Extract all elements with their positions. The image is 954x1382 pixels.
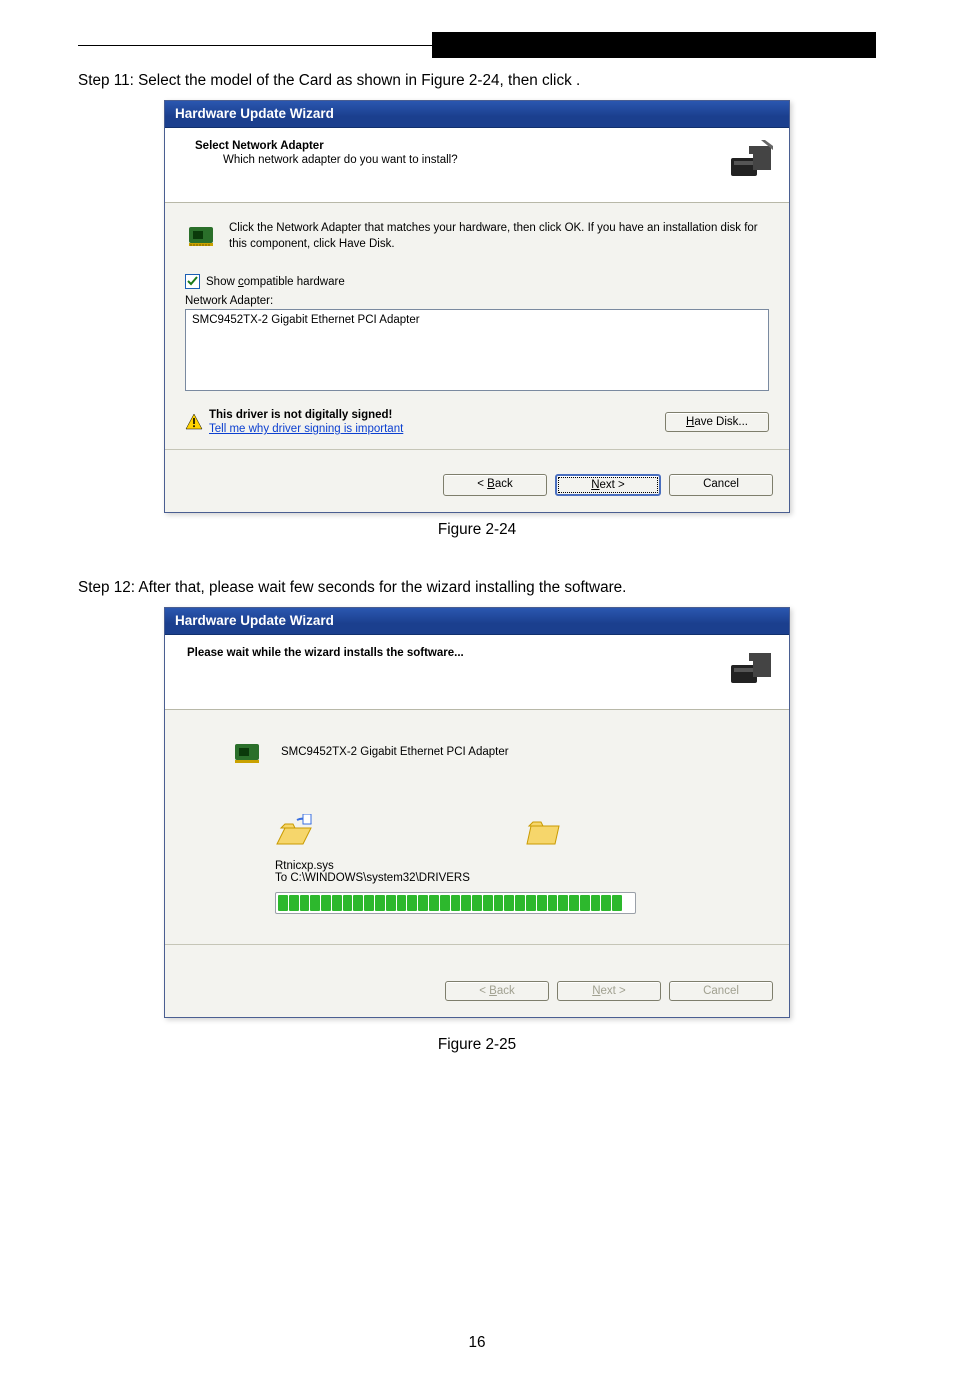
back-button: < Back — [445, 981, 549, 1001]
current-file: Rtnicxp.sys — [275, 860, 769, 872]
folder-flying-icon — [275, 814, 315, 850]
have-disk-button[interactable]: Have Disk... — [665, 412, 769, 432]
network-adapter-label: Network Adapter: — [185, 295, 769, 307]
signing-important-link[interactable]: Tell me why driver signing is important — [209, 423, 403, 435]
progress-bar — [275, 892, 636, 914]
next-button: Next > — [557, 981, 661, 1001]
warning-icon — [185, 413, 203, 431]
hardware-update-wizard-2: Hardware Update Wizard Please wait while… — [164, 607, 790, 1018]
header-subtitle: Which network adapter do you want to ins… — [223, 154, 723, 166]
figure-caption-2: Figure 2-25 — [78, 1036, 876, 1054]
titlebar: Hardware Update Wizard — [165, 608, 789, 635]
step11-text: Step 11: Select the model of the Card as… — [78, 72, 876, 90]
chip-icon — [185, 219, 217, 251]
folder-open-icon — [525, 814, 565, 850]
figure-caption-1: Figure 2-24 — [78, 521, 876, 539]
divider — [165, 944, 789, 945]
hardware-update-wizard-1: Hardware Update Wizard Select Network Ad… — [164, 100, 790, 513]
show-compatible-label: Show compatible hardware — [206, 276, 345, 288]
cancel-button[interactable]: Cancel — [669, 474, 773, 496]
disks-icon — [723, 647, 773, 691]
device-name: SMC9452TX-2 Gigabit Ethernet PCI Adapter — [281, 746, 509, 758]
page-number: 16 — [0, 1334, 954, 1352]
titlebar: Hardware Update Wizard — [165, 101, 789, 128]
next-button[interactable]: Next > — [555, 474, 661, 496]
list-item[interactable]: SMC9452TX-2 Gigabit Ethernet PCI Adapter — [192, 314, 762, 326]
cancel-button: Cancel — [669, 981, 773, 1001]
divider — [165, 449, 789, 450]
disks-icon — [723, 140, 773, 184]
back-button[interactable]: < Back — [443, 474, 547, 496]
chip-icon — [231, 736, 263, 768]
header-title: Please wait while the wizard installs th… — [187, 647, 723, 659]
header-title: Select Network Adapter — [195, 140, 723, 152]
destination-path: To C:\WINDOWS\system32\DRIVERS — [275, 872, 769, 884]
step12-text: Step 12: After that, please wait few sec… — [78, 579, 876, 597]
header-black-box — [432, 32, 876, 58]
info-text: Click the Network Adapter that matches y… — [229, 219, 769, 252]
show-compatible-checkbox[interactable] — [185, 274, 200, 289]
rule-left — [78, 44, 432, 46]
driver-not-signed-text: This driver is not digitally signed! — [209, 409, 403, 421]
network-adapter-list[interactable]: SMC9452TX-2 Gigabit Ethernet PCI Adapter — [185, 309, 769, 391]
